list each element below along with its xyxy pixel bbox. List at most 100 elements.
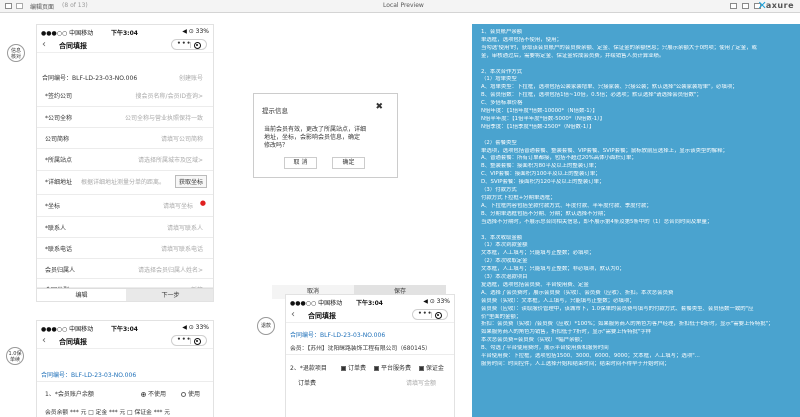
spec-line: C、多倍标准价格 [481, 100, 523, 107]
order-fee-input[interactable]: 请填写金额 [406, 378, 436, 387]
spec-line: 付款方式下拉框+分期单选框； [481, 195, 556, 201]
radio-use[interactable]: 使用 [181, 389, 200, 398]
form-row-value[interactable]: 公司全称与营业执照保持一致 [125, 113, 203, 122]
form-row[interactable]: *公司全称 公司全称与营业执照保持一致 [37, 107, 213, 128]
spec-line: 价"里面的金额； [481, 313, 522, 320]
form-row[interactable]: 合同类型新签 [37, 279, 213, 294]
close-target-icon[interactable] [194, 42, 201, 49]
spec-line: 2、本次合作方式 [481, 68, 523, 75]
form-row-label: 会员归属人 [45, 267, 76, 274]
form-row-value[interactable]: 请选择所属城市及区域> [138, 155, 203, 164]
form-row-value[interactable]: 请填写坐标 [163, 201, 193, 210]
carrier-label: ●●●○○ 中国移动 [41, 30, 94, 37]
nav-title: 合同填报 [308, 312, 336, 320]
get-coordinate-button[interactable]: 获取坐标 [174, 175, 207, 188]
spec-line: N倍季度：【1倍季度*倍数-2500*（N倍数-1）】 [481, 123, 595, 130]
create-account-link[interactable]: 创建账号 [179, 73, 203, 82]
form-row[interactable]: *所属站点 请选择所属城市及区域> [37, 149, 213, 171]
balance-breakdown: 会员余额 *** 元 □ 定金 *** 元 □ 保证金 *** 元 [45, 410, 171, 416]
back-chevron-icon[interactable]: ‹ [291, 309, 295, 320]
status-bar: ●●●○○ 中国移动 下午3:04 ◀ ⊙ 33% [41, 324, 209, 333]
option-deposit[interactable]: 保证金 [418, 365, 444, 372]
phone-contract-form: ●●●○○ 中国移动 下午3:04 ◀ ⊙ 33% ‹ 合同填报 ••• 合同编… [36, 24, 214, 302]
spec-line: 1、会员账户余额 [481, 29, 523, 35]
form-row-label: *联系人 [45, 225, 67, 232]
nav-bar: ‹ 合同填报 ••• [286, 307, 454, 323]
close-target-icon[interactable] [194, 338, 201, 345]
page-title: 编辑页面 [30, 4, 55, 11]
spec-line: 单选框，选项包括不使用，使用； [481, 36, 562, 43]
clock-label: 下午3:04 [111, 30, 138, 37]
spec-line: 文本框，人工填写；只能填写正整数；非必填项，默认为0； [481, 266, 625, 273]
spec-line: B、会员倍数：下拉框，选项包括1倍~10倍，0.5倍；必选项；默认选择"请选择会… [481, 92, 702, 99]
mini-program-capsule[interactable]: ••• [412, 309, 448, 320]
collapse-icon[interactable] [16, 3, 23, 9]
battery-label: ◀ ⊙ 33% [182, 28, 209, 35]
sitemap-icon[interactable] [5, 3, 12, 9]
edit-button[interactable]: 编辑 [37, 289, 126, 301]
mini-program-capsule[interactable]: ••• [171, 335, 207, 346]
refund-item-label: 2、*退款项目 [290, 365, 327, 372]
form-row-label: *公司全称 [45, 115, 73, 122]
option-platform-fee[interactable]: 平台服务费 [373, 365, 411, 372]
spec-line: 平台使用费：下拉框，选项包括1500、3000、6000、9000；文本框，人工… [481, 353, 700, 360]
form-row[interactable]: *联系人 请填写联系人 [37, 217, 213, 238]
form-row-label: *详细地址 [45, 179, 73, 186]
spec-line: 文本框，人工填写；只能填写正整数；必填项； [481, 250, 595, 257]
spec-line: A、普通套餐：所有订单都接，包括不超过20%高体小面积订单； [481, 155, 637, 162]
form-row[interactable]: *坐标 请填写坐标 ● [37, 195, 213, 217]
dialog-ok-button[interactable]: 确定 [332, 157, 365, 169]
form-row-label: *联系电话 [45, 246, 73, 253]
comment-icon[interactable] [742, 3, 749, 9]
info-check-tag: 信息 核对 [7, 44, 25, 62]
form-row-value[interactable]: 请选择会员归属人姓名> [138, 265, 203, 274]
contract-number: 合同编号：BLF-LD-23-03-NO.006 [290, 332, 386, 339]
form-row-value[interactable]: 请填写公司简称 [161, 134, 203, 143]
dialog-cancel-button[interactable]: 取 消 [284, 157, 317, 169]
spec-line: （3）付款方式 [481, 187, 517, 194]
spec-line: 单选项，选项包括普通套餐、整装套餐、VIP套餐、SVIP套餐；鼠标放前应选择上，… [481, 147, 728, 154]
dialog-title: 提示信息 [262, 107, 288, 115]
form-row-label: 公司简称 [45, 136, 70, 143]
nav-title: 合同填报 [59, 338, 87, 346]
close-target-icon[interactable] [435, 312, 442, 319]
close-icon[interactable]: ✖ [375, 102, 383, 112]
page-counter: (8 of 13) [62, 2, 88, 9]
form-row-value[interactable]: 请填写联系人 [167, 223, 203, 232]
spec-annotation-panel: 1、会员账户余额 单选框，选项包括不使用，使用； 当勾选'使用'时，获取该会员账户的… [472, 24, 800, 417]
spec-line: 复选框，选项包括会员费、平台使用费、定金 [481, 281, 589, 288]
form-row[interactable]: *签约公司 搜会员名称/会员ID查询> [37, 85, 213, 107]
spec-line: C、VIP套餐：接面积为100平及以上的整装订单； [481, 171, 601, 178]
top-toolbar: 编辑页面 (8 of 13) Local Preview ⨉axure [0, 0, 800, 13]
spec-line [481, 227, 792, 235]
radio-not-use[interactable]: 不使用 [141, 389, 166, 398]
phone-refund-form: ●●●○○ 中国移动 下午3:04 ◀ ⊙ 33% ‹ 合同填报 ••• 合同编… [285, 294, 455, 417]
spec-line: （2）套餐类型 [481, 139, 517, 146]
form-row[interactable]: 会员归属人 请选择会员归属人姓名> [37, 259, 213, 279]
nav-bar: ‹ 合同填报 ••• [37, 333, 213, 349]
location-pin-icon[interactable]: ● [200, 199, 206, 207]
form-row-value[interactable]: 请填写联系电话 [161, 244, 203, 253]
status-bar: ●●●○○ 中国移动 下午3:04 ◀ ⊙ 33% [290, 298, 450, 307]
spec-line [481, 132, 792, 140]
form-row[interactable]: 公司简称 请填写公司简称 [37, 128, 213, 149]
form-row-value[interactable]: 搜会员名称/会员ID查询> [136, 91, 203, 100]
form-row[interactable]: *联系电话 请填写联系电话 [37, 238, 213, 259]
contract-number: 合同编号：BLF-LD-23-03-NO.006 [41, 372, 137, 379]
mini-program-capsule[interactable]: ••• [171, 39, 207, 50]
form-row-value[interactable]: 根据详细地址测量分单的距离。 [81, 177, 165, 186]
back-chevron-icon[interactable]: ‹ [42, 335, 46, 346]
form-row[interactable]: *详细地址 根据详细地址测量分单的距离。 获取坐标 [37, 171, 213, 195]
share-icon[interactable] [730, 3, 737, 9]
confirm-dialog: 提示信息 ✖ 当前会员有效，更改了所属站点，详细 地址，坐标，会影响会员信息，确… [253, 93, 398, 178]
order-fee-label: 订单费 [298, 380, 317, 387]
option-order-fee[interactable]: 订单费 [341, 365, 366, 372]
renewal-tag: 1.0保 单续 [6, 347, 24, 365]
spec-line: A、选择了会员费时，展示会员费（实收）、会员费（应收）、折扣。本次总会员费 [481, 289, 674, 296]
back-chevron-icon[interactable]: ‹ [42, 39, 46, 50]
spec-line: （1）增单类型 [481, 76, 517, 83]
next-step-button[interactable]: 下一步 [126, 289, 213, 301]
spec-line: 会员费（实收）：文本框，人工填写，只能填写正整数；必填项； [481, 297, 635, 304]
balance-label: 1、*会员账户余额 [45, 391, 94, 398]
contract-number: 合同编号：BLF-LD-23-03-NO.006 [42, 75, 138, 82]
